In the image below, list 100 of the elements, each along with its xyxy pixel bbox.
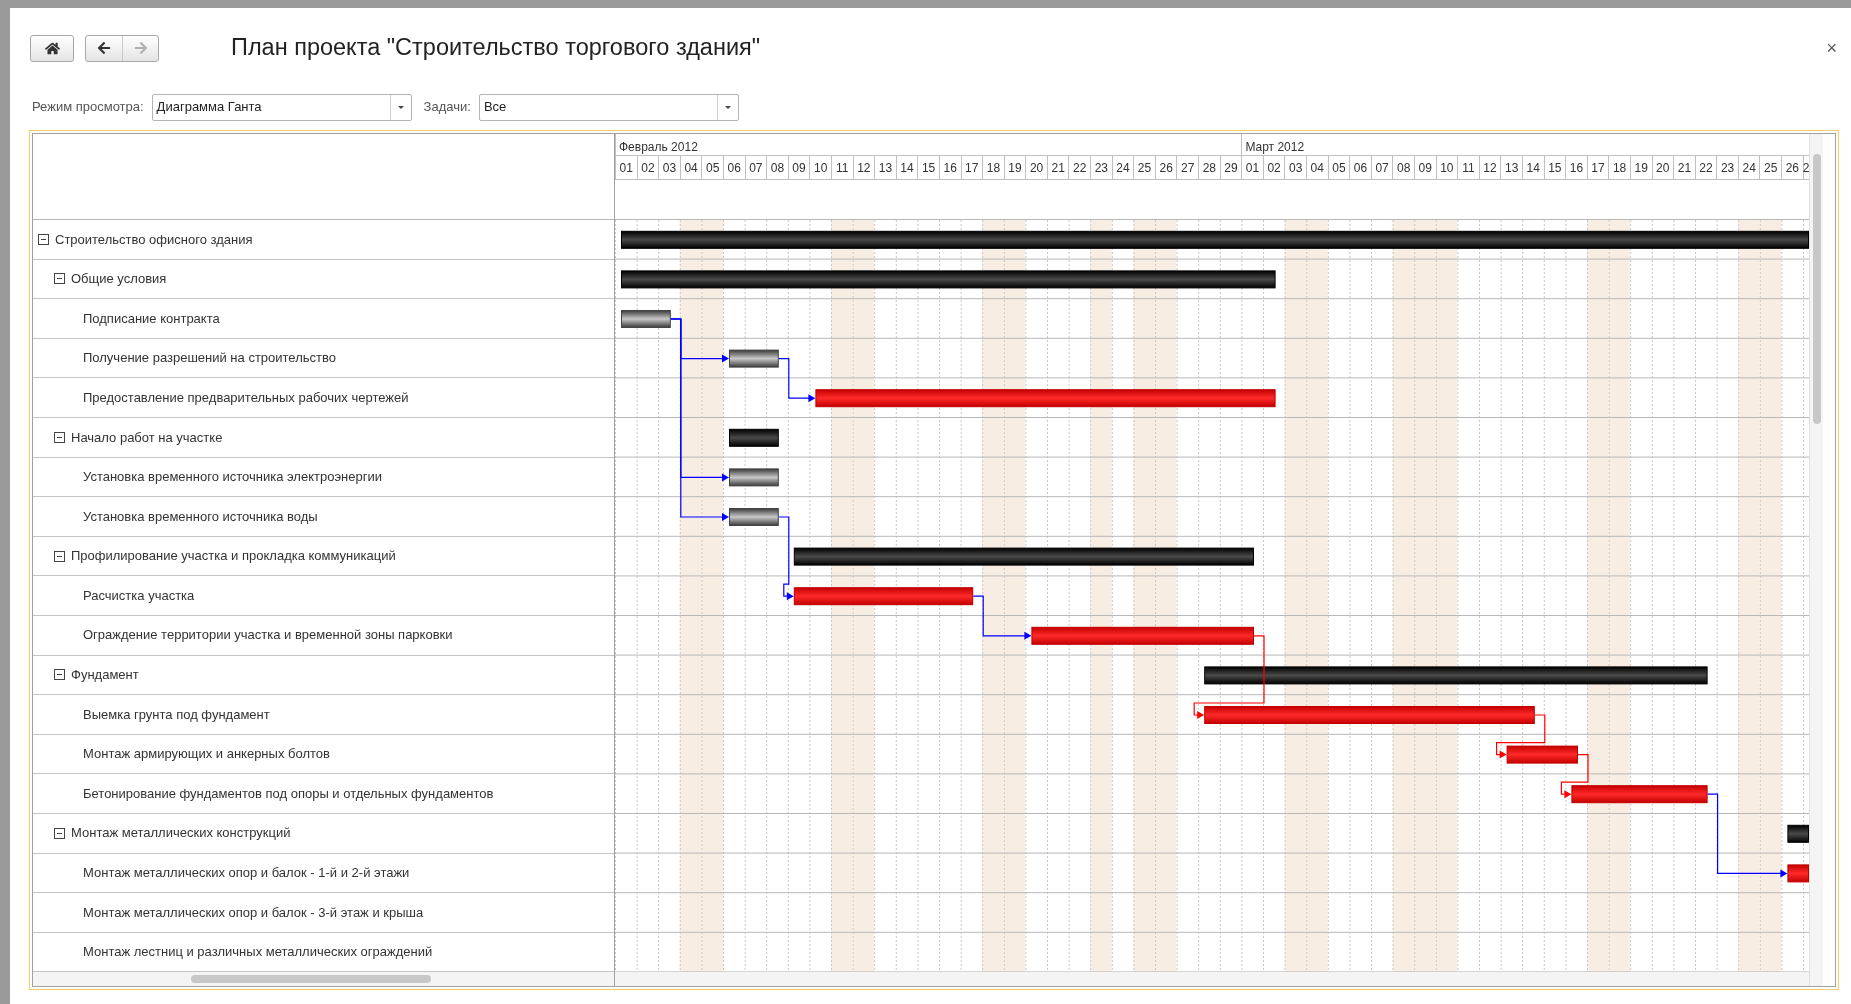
task-name: Монтаж металлических опор и балок - 1-й и 2-й этажи xyxy=(82,864,410,883)
vertical-scrollbar-thumb[interactable] xyxy=(1813,154,1821,424)
task-bar[interactable] xyxy=(729,468,779,487)
task-name: Монтаж металлических опор и балок - 3-й этаж и крыша xyxy=(82,903,424,922)
day-header: 19 xyxy=(1003,156,1026,180)
dropdown-caret-icon xyxy=(397,105,404,109)
day-header: 17 xyxy=(1586,156,1609,180)
day-header: 18 xyxy=(1608,156,1630,180)
day-header: 23 xyxy=(1716,156,1738,180)
critical-task-bar[interactable] xyxy=(1506,745,1578,764)
day-header: 12 xyxy=(852,156,875,180)
day-header: 11 xyxy=(1457,156,1479,180)
day-header: 13 xyxy=(1500,156,1522,180)
day-header: 07 xyxy=(744,156,767,180)
task-name: Предоставление предварительных рабочих чертежей xyxy=(82,388,409,407)
critical-task-bar[interactable] xyxy=(793,587,974,606)
filter-label: Режим просмотра: xyxy=(32,98,144,117)
day-header: 15 xyxy=(1543,156,1566,180)
critical-task-bar[interactable] xyxy=(1571,785,1708,804)
day-header: 10 xyxy=(1435,156,1458,180)
summary-bar[interactable] xyxy=(621,230,1809,249)
summary-bar[interactable] xyxy=(621,270,1276,289)
day-header: 01 xyxy=(615,156,637,180)
day-header: 26 xyxy=(1154,156,1177,180)
task-name: Профилирование участка и прокладка коммуникаций xyxy=(71,547,396,566)
task-name: Установка временного источника воды xyxy=(82,507,318,526)
task-name: Бетонирование фундаментов под опоры и отдельных фундаментов xyxy=(82,784,494,803)
horizontal-scrollbar-thumb[interactable] xyxy=(191,975,431,984)
close-button[interactable]: × xyxy=(1826,39,1837,57)
day-header: 04 xyxy=(1306,156,1328,180)
day-header: 20 xyxy=(1025,156,1047,180)
summary-bar[interactable] xyxy=(729,428,779,447)
day-header: 25 xyxy=(1133,156,1155,180)
day-header: 21 xyxy=(1046,156,1069,180)
dependency-arrow xyxy=(1496,714,1546,759)
day-header: 04 xyxy=(679,156,702,180)
home-button[interactable] xyxy=(30,34,74,62)
dropdown-field[interactable]: Диаграмма Ганта xyxy=(151,93,412,121)
day-header: 16 xyxy=(1565,156,1587,180)
dependency-arrow xyxy=(1560,754,1589,799)
collapse-toggle[interactable] xyxy=(38,233,49,245)
home-icon xyxy=(44,40,60,56)
task-name: Фундамент xyxy=(71,666,139,685)
day-header: 25 xyxy=(1759,156,1782,180)
day-header: 18 xyxy=(982,156,1004,180)
day-header: 22 xyxy=(1068,156,1091,180)
day-header: 03 xyxy=(1284,156,1306,180)
day-header: 01 xyxy=(1241,156,1263,180)
day-header: 14 xyxy=(1521,156,1544,180)
task-name: Расчистка участка xyxy=(82,586,195,605)
collapse-toggle[interactable] xyxy=(54,550,65,562)
task-name: Монтаж армирующих и анкерных болтов xyxy=(82,745,330,764)
day-header: 11 xyxy=(830,156,853,180)
task-name: Выемка грунта под фундамент xyxy=(82,705,270,724)
window-title: План проекта "Строительство торгового здания" xyxy=(231,33,761,63)
forward-arrow-icon xyxy=(133,41,148,55)
collapse-toggle[interactable] xyxy=(54,273,65,285)
dependency-arrow xyxy=(972,595,1032,640)
back-arrow-icon xyxy=(97,41,111,55)
summary-bar[interactable] xyxy=(1204,666,1708,685)
day-header: 05 xyxy=(1327,156,1350,180)
critical-task-bar[interactable] xyxy=(1787,864,1809,883)
collapse-toggle[interactable] xyxy=(54,669,65,681)
day-header: 06 xyxy=(722,156,745,180)
day-header: 24 xyxy=(1111,156,1134,180)
critical-task-bar[interactable] xyxy=(1031,626,1254,645)
day-header: 23 xyxy=(1090,156,1112,180)
day-header: 16 xyxy=(938,156,961,180)
task-name: Установка временного источника электроэнергии xyxy=(82,468,382,487)
critical-task-bar[interactable] xyxy=(815,389,1276,408)
collapse-toggle[interactable] xyxy=(54,431,65,443)
summary-bar[interactable] xyxy=(793,547,1254,566)
day-header: 28 xyxy=(1198,156,1220,180)
task-name: Общие условия xyxy=(71,270,167,289)
day-header: 27 xyxy=(1176,156,1199,180)
day-header: 2 xyxy=(1802,156,1809,180)
task-bar[interactable] xyxy=(729,508,779,526)
day-header: 20 xyxy=(1651,156,1674,180)
task-name: Ограждение территории участка и временной зоны парковки xyxy=(82,626,453,645)
dropdown-field[interactable]: Все xyxy=(478,93,739,121)
day-header: 21 xyxy=(1673,156,1695,180)
day-header: 24 xyxy=(1737,156,1760,180)
task-bar[interactable] xyxy=(729,349,779,368)
dropdown-caret-icon xyxy=(724,105,731,109)
day-header: 09 xyxy=(787,156,810,180)
dependency-arrow xyxy=(778,358,816,403)
day-header: 08 xyxy=(766,156,788,180)
day-header: 02 xyxy=(636,156,659,180)
day-header: 09 xyxy=(1413,156,1436,180)
filter-label: Задачи: xyxy=(423,98,471,117)
task-bar[interactable] xyxy=(621,310,671,328)
day-header: 06 xyxy=(1349,156,1371,180)
summary-bar[interactable] xyxy=(1787,824,1809,843)
collapse-toggle[interactable] xyxy=(54,827,65,839)
day-header: 08 xyxy=(1392,156,1414,180)
day-header: 14 xyxy=(895,156,918,180)
day-header: 10 xyxy=(809,156,831,180)
day-header: 05 xyxy=(701,156,723,180)
day-header: 17 xyxy=(960,156,983,180)
day-header: 13 xyxy=(874,156,896,180)
